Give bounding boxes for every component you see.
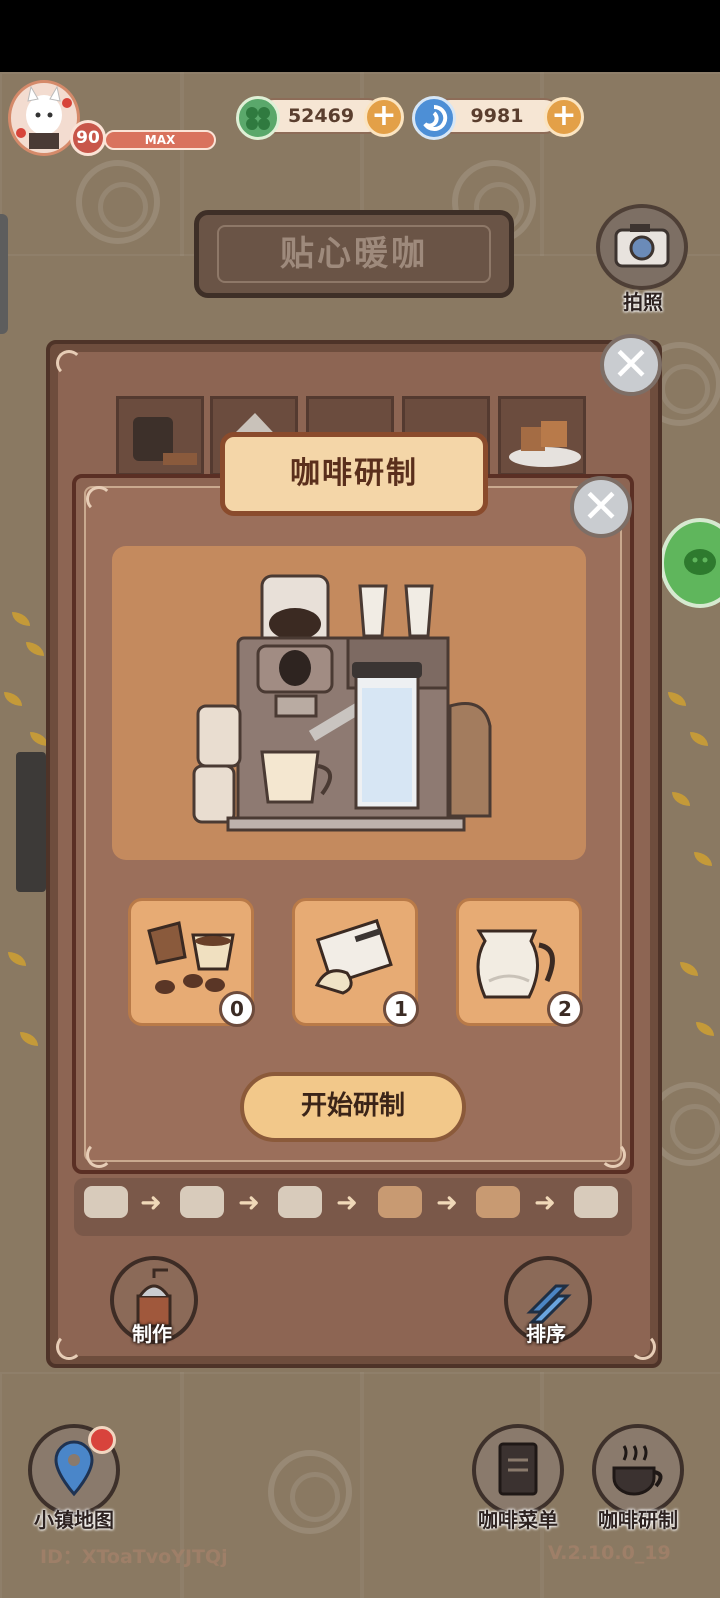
espresso-machine-illustration	[192, 574, 492, 832]
town-map-label: 小镇地图	[34, 1508, 114, 1532]
panel-corner-ornament	[56, 350, 82, 376]
progress-step-icon	[278, 1186, 322, 1218]
ginkgo-leaf	[8, 952, 26, 966]
coffee-menu-label: 咖啡菜单	[478, 1508, 558, 1532]
ginkgo-leaf	[26, 642, 44, 656]
ingredient-coffee-beans[interactable]: 0	[128, 898, 255, 1027]
panel-corner-ornament	[600, 1142, 626, 1168]
arrow-right-icon: ➜	[336, 1188, 358, 1218]
add-leaf-currency-button[interactable]: +	[364, 97, 404, 137]
shop-name-sign: 贴心暖咖	[194, 210, 514, 298]
camera-button[interactable]	[596, 204, 688, 290]
camera-icon	[614, 224, 670, 268]
arrow-right-icon: ➜	[238, 1188, 260, 1218]
camera-label: 拍照	[623, 290, 663, 314]
sugar-cubes-icon	[509, 421, 581, 467]
coffee-menu-button[interactable]	[472, 1424, 564, 1516]
wechat-icon	[684, 549, 716, 575]
version-text: V.2.10.0_19	[548, 1542, 671, 1564]
arrow-right-icon: ➜	[436, 1188, 458, 1218]
progress-step-icon	[476, 1186, 520, 1218]
player-avatar[interactable]	[8, 80, 80, 156]
start-research-button[interactable]: 开始研制	[240, 1072, 466, 1142]
ingredient-count-badge: 1	[383, 991, 419, 1027]
arrow-right-icon: ➜	[534, 1188, 556, 1218]
ginkgo-leaf	[690, 732, 708, 746]
ginkgo-leaf	[12, 612, 30, 626]
ingredient-count-badge: 0	[219, 991, 255, 1027]
ingredient-milk-jug[interactable]: 2	[456, 898, 583, 1027]
notification-dot	[88, 1426, 116, 1454]
coffee-machine-display	[112, 546, 586, 860]
player-id-text: ID：XToaTvoYJTQj	[40, 1546, 228, 1568]
ingredient-sugar-packet[interactable]: 1	[292, 898, 419, 1027]
sort-label: 排序	[526, 1322, 566, 1346]
ginkgo-leaf	[668, 692, 686, 706]
progress-step-icon	[378, 1186, 422, 1218]
add-swirl-currency-button[interactable]: +	[544, 97, 584, 137]
progress-step-icon	[574, 1186, 618, 1218]
panel-corner-ornament	[86, 486, 112, 512]
progress-step-icon	[84, 1186, 128, 1218]
ingredient-count-badge: 2	[547, 991, 583, 1027]
close-dialog-button[interactable]: ✕	[570, 476, 632, 538]
side-drawer-handle[interactable]	[0, 214, 8, 334]
street-lantern	[16, 752, 46, 892]
avatar-character-icon	[16, 85, 72, 149]
swirl-gem-icon	[412, 96, 456, 140]
panel-corner-ornament	[56, 1334, 82, 1360]
coffee-research-button[interactable]	[592, 1424, 684, 1516]
ginkgo-leaf	[4, 692, 22, 706]
progress-step-icon	[180, 1186, 224, 1218]
arrow-right-icon: ➜	[140, 1188, 162, 1218]
clover-leaf-icon	[236, 96, 280, 140]
coffee-cup-icon	[612, 1445, 663, 1496]
ginkgo-leaf	[672, 792, 690, 806]
ginkgo-leaf	[696, 1022, 714, 1036]
moka-pot-icon	[133, 417, 197, 465]
dialog-title: 咖啡研制	[220, 432, 488, 516]
close-back-panel-button[interactable]: ✕	[600, 334, 662, 396]
level-max-bar: MAX	[104, 130, 216, 150]
panel-corner-ornament	[86, 1142, 112, 1168]
ginkgo-leaf	[694, 852, 712, 866]
recipe-slot[interactable]	[116, 396, 204, 476]
recipe-slot[interactable]	[498, 396, 586, 476]
make-label: 制作	[132, 1322, 172, 1346]
ginkgo-leaf	[680, 962, 698, 976]
level-badge: 90	[70, 120, 106, 156]
sun-emblem-decoration	[268, 1450, 352, 1534]
coffee-research-label: 咖啡研制	[598, 1508, 678, 1532]
shop-name-text: 贴心暖咖	[280, 234, 428, 274]
panel-corner-ornament	[630, 1334, 656, 1360]
sun-emblem-decoration	[76, 160, 160, 244]
ginkgo-leaf	[20, 1032, 38, 1046]
menu-book-icon	[498, 1442, 538, 1496]
